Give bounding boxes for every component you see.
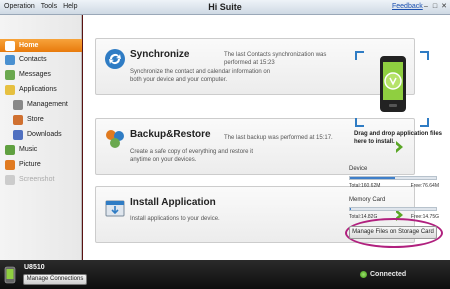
device-storage-label: Device [349,166,368,172]
device-free: Free:76.64M [410,183,439,189]
connection-status: Connected [370,271,407,278]
sidebar-item-downloads[interactable]: Downloads [0,128,82,141]
sidebar-item-management[interactable]: Management [0,98,82,111]
sidebar-item-picture[interactable]: Picture [0,158,82,171]
sync-icon [105,49,125,69]
manage-connections-button[interactable]: Manage Connections [23,274,87,285]
sidebar-item-label: Music [19,146,38,153]
messages-icon [5,69,15,80]
synchronize-description: Synchronize the contact and calendar inf… [130,69,271,83]
manage-files-button[interactable]: Manage Files on Storage Card [349,226,437,239]
menu-help[interactable]: Help [63,3,77,10]
applications-icon [5,84,15,95]
title-bar: Operation Tools Help Hi Suite Feedback –… [0,0,450,15]
sidebar-item-label: Store [27,116,44,123]
device-storage-values: Total:160.62M Free:76.64M [349,183,439,189]
screenshot-icon [5,174,15,185]
sidebar-item-messages[interactable]: Messages [0,68,82,81]
connected-status-icon [360,271,367,278]
install-application-description: Install applications to your device. [130,216,220,222]
window-controls: – □ ✕ [422,2,448,12]
sidebar-item-label: Management [27,101,68,108]
sidebar-item-label: Contacts [19,56,47,63]
sidebar-item-label: Home [19,42,39,49]
feedback-link[interactable]: Feedback [392,3,423,10]
backup-description: Create a safe copy of everything and res… [130,149,254,163]
backup-status: The last backup was performed at 15:17. [224,135,333,141]
sidebar-item-store[interactable]: Store [0,113,82,126]
menu-operation[interactable]: Operation [4,3,35,10]
close-button[interactable]: ✕ [440,2,448,12]
sidebar-item-label: Messages [19,71,51,78]
management-icon [13,99,23,110]
music-icon [5,144,15,155]
sidebar-item-screenshot: Screenshot [0,173,82,186]
contacts-icon [5,54,15,65]
menu-tools[interactable]: Tools [41,3,57,10]
backup-restore-title: Backup&Restore [130,129,211,140]
sidebar-item-home[interactable]: Home [0,39,82,52]
maximize-button[interactable]: □ [431,2,439,12]
drop-zone[interactable] [354,50,430,128]
downloads-icon [13,129,23,140]
store-icon [13,114,23,125]
home-icon [5,40,15,51]
sidebar-item-label: Picture [19,161,41,168]
memory-card-fill [350,208,351,210]
minimize-button[interactable]: – [422,2,430,12]
phone-icon [380,56,406,112]
synchronize-title: Synchronize [130,49,190,60]
device-storage-bar [349,176,437,180]
sidebar-item-music[interactable]: Music [0,143,82,156]
bottom-bar: U8510 Manage Connections Connected [0,260,450,289]
sidebar-item-applications[interactable]: Applications [0,83,82,96]
device-total: Total:160.62M [349,183,381,189]
device-storage-fill [350,177,395,179]
sidebar-item-label: Applications [19,86,57,93]
synchronize-status: The last Contacts synchronization was pe… [224,52,327,66]
picture-icon [5,159,15,170]
memory-card-bar [349,207,437,211]
install-application-title: Install Application [130,197,216,208]
sidebar-item-contacts[interactable]: Contacts [0,53,82,66]
menu-bar: Operation Tools Help [4,3,78,10]
device-model: U8510 [24,264,45,271]
sidebar-item-label: Downloads [27,131,62,138]
install-icon [105,200,125,217]
memory-card-label: Memory Card [349,197,386,203]
sidebar: Home Contacts Messages Applications Mana… [0,15,82,260]
device-phone-icon [4,266,16,284]
sidebar-item-label: Screenshot [19,176,55,183]
backup-icon [106,130,124,148]
drop-zone-text: Drag and drop application files here to … [354,131,443,145]
